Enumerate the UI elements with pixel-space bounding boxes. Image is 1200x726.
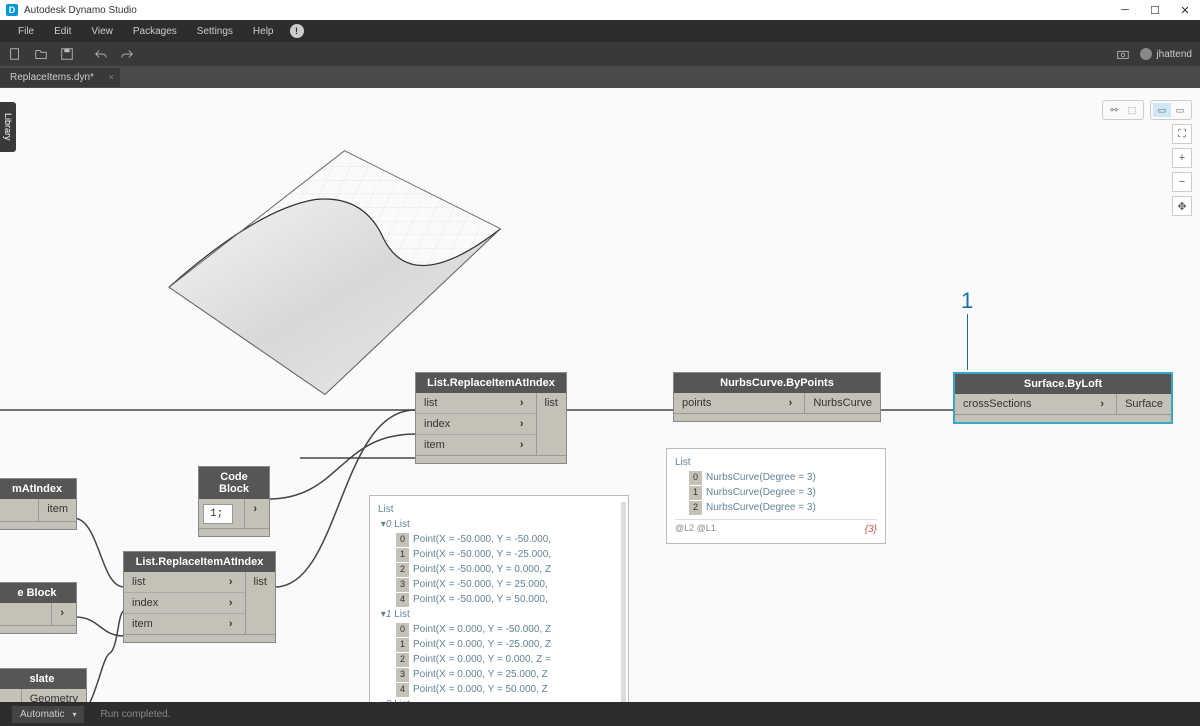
viewport-mode-group: ⚯ ⬚ ▭ ▭ (1102, 100, 1192, 120)
menu-bar: File Edit View Packages Settings Help ! (0, 20, 1200, 42)
run-mode-dropdown[interactable]: Automatic ▾ (12, 706, 84, 723)
node-title: NurbsCurve.ByPoints (674, 373, 880, 393)
viewport-3d-icon[interactable]: ⬚ (1123, 103, 1141, 117)
watch-points[interactable]: List ▾0 List0Point(X = -50.000, Y = -50.… (369, 495, 629, 702)
menu-packages[interactable]: Packages (123, 26, 187, 37)
viewport-graph-icon[interactable]: ▭ (1153, 103, 1171, 117)
annotation-leader (967, 314, 968, 370)
node-title: e Block (0, 583, 76, 603)
watch-curves[interactable]: List 0NurbsCurve(Degree = 3)1NurbsCurve(… (666, 448, 886, 544)
user-name: jhattend (1156, 49, 1192, 60)
node-title: List.ReplaceItemAtIndex (124, 552, 275, 572)
node-list-replace-small[interactable]: List.ReplaceItemAtIndex list› index› ite… (123, 551, 276, 643)
viewport-background-icon[interactable]: ▭ (1171, 103, 1189, 117)
avatar-icon (1140, 48, 1152, 60)
annotation-label: 1 (961, 288, 973, 314)
close-tab-icon[interactable]: × (109, 72, 114, 82)
watch-levels: @L2 @L1 (675, 522, 716, 537)
node-title: mAtIndex (0, 479, 76, 499)
title-bar: D Autodesk Dynamo Studio ─ ☐ ✕ (0, 0, 1200, 20)
node-item-at-index-partial[interactable]: mAtIndex item (0, 478, 77, 530)
fit-view-button[interactable]: ⛶ (1172, 124, 1192, 144)
save-icon[interactable] (60, 47, 74, 61)
node-title: slate (0, 669, 86, 689)
code-block-input[interactable]: 1; (203, 504, 233, 524)
app-title: Autodesk Dynamo Studio (24, 5, 137, 16)
maximize-button[interactable]: ☐ (1140, 0, 1170, 20)
node-surface-loft[interactable]: Surface.ByLoft crossSections› Surface (953, 372, 1173, 424)
zoom-in-button[interactable]: + (1172, 148, 1192, 168)
minimize-button[interactable]: ─ (1110, 0, 1140, 20)
menu-settings[interactable]: Settings (187, 26, 243, 37)
file-tab-label: ReplaceItems.dyn* (10, 72, 94, 83)
watch-count: {3} (865, 522, 877, 537)
node-code-block-partial[interactable]: e Block › (0, 582, 77, 634)
zoom-controls: ⛶ + − ✥ (1172, 124, 1192, 216)
node-title: Code Block (199, 467, 269, 499)
file-tab-bar: ReplaceItems.dyn* × (0, 66, 1200, 88)
new-file-icon[interactable] (8, 47, 22, 61)
node-nurbs-curve[interactable]: NurbsCurve.ByPoints points› NurbsCurve (673, 372, 881, 422)
camera-icon[interactable] (1116, 47, 1130, 61)
surface-preview (130, 108, 520, 408)
node-list-replace-main[interactable]: List.ReplaceItemAtIndex list› index› ite… (415, 372, 567, 464)
canvas-workspace[interactable]: Library ⚯ ⬚ ▭ ▭ ⛶ + − ✥ (0, 88, 1200, 702)
pan-button[interactable]: ✥ (1172, 196, 1192, 216)
menu-help[interactable]: Help (243, 26, 284, 37)
open-file-icon[interactable] (34, 47, 48, 61)
node-title: Surface.ByLoft (955, 374, 1171, 394)
close-button[interactable]: ✕ (1170, 0, 1200, 20)
node-title: List.ReplaceItemAtIndex (416, 373, 566, 393)
caret-down-icon: ▾ (72, 710, 76, 719)
dynamo-logo-icon: D (6, 4, 18, 16)
scrollbar[interactable] (621, 502, 626, 702)
node-translate-partial[interactable]: slate Geometry (0, 668, 87, 702)
menu-view[interactable]: View (81, 26, 123, 37)
redo-icon[interactable] (120, 47, 134, 61)
file-tab-active[interactable]: ReplaceItems.dyn* × (0, 68, 120, 87)
library-panel-toggle[interactable]: Library (0, 102, 16, 152)
zoom-out-button[interactable]: − (1172, 172, 1192, 192)
run-status: Run completed. (100, 709, 170, 720)
user-badge[interactable]: jhattend (1140, 48, 1192, 60)
status-bar: Automatic ▾ Run completed. (0, 702, 1200, 726)
toolbar: jhattend (0, 42, 1200, 66)
node-code-block[interactable]: Code Block 1; › (198, 466, 270, 537)
undo-icon[interactable] (94, 47, 108, 61)
menu-file[interactable]: File (8, 26, 44, 37)
viewport-link-icon[interactable]: ⚯ (1105, 103, 1123, 117)
menu-edit[interactable]: Edit (44, 26, 81, 37)
info-icon[interactable]: ! (290, 24, 304, 38)
